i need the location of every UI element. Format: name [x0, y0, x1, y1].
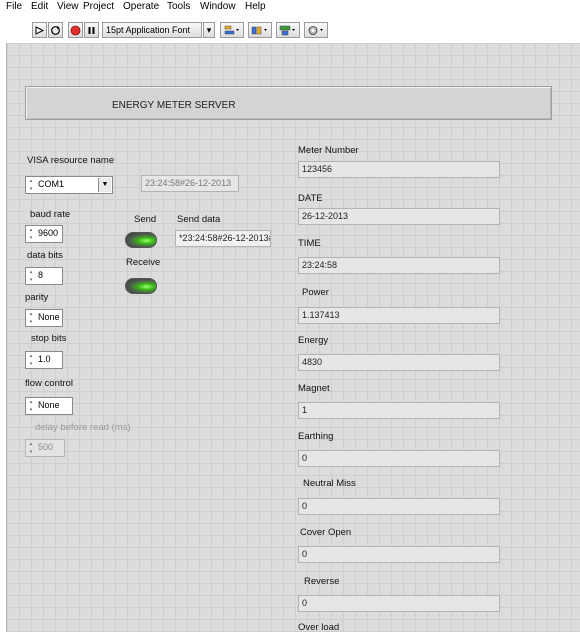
menu-bar: File Edit View Project Operate Tools Win… — [0, 0, 580, 14]
time-label: TIME — [298, 238, 321, 249]
menu-file[interactable]: File — [6, 1, 22, 12]
visa-io-icon: ▴ ▾ — [29, 178, 33, 192]
delay-stepper-icon: ▴ ▾ — [29, 441, 33, 455]
reverse-label: Reverse — [304, 576, 340, 587]
power-label: Power — [302, 287, 329, 298]
neutral-miss-label: Neutral Miss — [303, 478, 356, 489]
flow-control-control[interactable]: ▴ ▾ None — [25, 397, 73, 415]
power-indicator: 1.137413 — [298, 307, 500, 324]
parity-control[interactable]: ▴ ▾ None — [25, 309, 63, 327]
flow-control-value: None — [38, 400, 60, 410]
cover-open-indicator: 0 — [298, 546, 500, 563]
date-indicator: 26-12-2013 — [298, 208, 500, 225]
abort-icon[interactable] — [68, 22, 83, 38]
menu-help[interactable]: Help — [245, 1, 266, 12]
font-selector-label: 15pt Application Font — [106, 25, 191, 35]
data-bits-control[interactable]: ▴ ▾ 8 — [25, 267, 63, 285]
data-bits-stepper-icon[interactable]: ▴ ▾ — [27, 269, 35, 283]
menu-view[interactable]: View — [57, 1, 79, 12]
reverse-indicator: 0 — [298, 595, 500, 612]
cover-open-label: Cover Open — [300, 527, 352, 538]
run-arrow-icon[interactable] — [32, 22, 47, 38]
delay-value: 500 — [38, 442, 54, 452]
menu-project[interactable]: Project — [83, 1, 114, 12]
title-banner: ENERGY METER SERVER — [25, 86, 552, 120]
pause-icon[interactable] — [84, 22, 99, 38]
font-dropdown-arrow-icon[interactable]: ▾ — [203, 22, 215, 38]
receive-label: Receive — [126, 257, 161, 268]
parity-value: None — [38, 312, 60, 322]
stop-bits-label: stop bits — [31, 333, 67, 344]
run-continuously-icon[interactable] — [48, 22, 63, 38]
baud-rate-label: baud rate — [30, 209, 71, 220]
visa-resource-select[interactable]: ▴ ▾ COM1 ▼ — [25, 176, 113, 194]
stop-bits-value: 1.0 — [38, 354, 51, 364]
send-led-button[interactable] — [125, 232, 157, 248]
menu-operate[interactable]: Operate — [123, 1, 159, 12]
meter-number-label: Meter Number — [298, 145, 359, 156]
reorder-icon[interactable] — [304, 22, 328, 38]
read-string-indicator: 23:24:58#26-12-2013 — [141, 175, 239, 192]
earthing-indicator: 0 — [298, 450, 500, 467]
resize-objects-icon[interactable] — [276, 22, 300, 38]
energy-indicator: 4830 — [298, 354, 500, 371]
meter-number-indicator: 123456 — [298, 161, 500, 178]
earthing-label: Earthing — [298, 431, 334, 442]
menu-tools[interactable]: Tools — [167, 1, 190, 12]
baud-rate-stepper-icon[interactable]: ▴ ▾ — [27, 227, 35, 241]
baud-rate-control[interactable]: ▴ ▾ 9600 — [25, 225, 63, 243]
visa-resource-value: COM1 — [38, 179, 65, 189]
over-load-label: Over load — [298, 622, 340, 633]
receive-led-button[interactable] — [125, 278, 157, 294]
title-banner-text: ENERGY METER SERVER — [112, 100, 236, 111]
data-bits-label: data bits — [27, 250, 63, 261]
visa-dropdown-arrow-icon[interactable]: ▼ — [98, 178, 111, 192]
visa-resource-label: VISA resource name — [27, 155, 115, 166]
send-data-field[interactable]: *23:24:58#26-12-2013# — [175, 230, 271, 247]
magnet-indicator: 1 — [298, 402, 500, 419]
delay-label: delay before read (ms) — [35, 422, 131, 433]
distribute-objects-icon[interactable] — [248, 22, 272, 38]
front-panel — [6, 43, 580, 632]
align-objects-icon[interactable] — [220, 22, 244, 38]
baud-rate-value: 9600 — [38, 228, 59, 238]
stop-bits-stepper-icon[interactable]: ▴ ▾ — [27, 353, 35, 367]
time-indicator: 23:24:58 — [298, 257, 500, 274]
menu-edit[interactable]: Edit — [31, 1, 48, 12]
data-bits-value: 8 — [38, 270, 44, 280]
parity-stepper-icon[interactable]: ▴ ▾ — [27, 311, 35, 325]
parity-label: parity — [25, 292, 49, 303]
send-label: Send — [134, 214, 157, 225]
delay-control: ▴ ▾ 500 — [25, 439, 65, 457]
stop-bits-control[interactable]: ▴ ▾ 1.0 — [25, 351, 63, 369]
send-data-label: Send data — [177, 214, 221, 225]
flow-control-stepper-icon[interactable]: ▴ ▾ — [27, 399, 35, 413]
neutral-miss-indicator: 0 — [298, 498, 500, 515]
magnet-label: Magnet — [298, 383, 330, 394]
flow-control-label: flow control — [25, 378, 74, 389]
menu-window[interactable]: Window — [200, 1, 236, 12]
energy-label: Energy — [298, 335, 329, 346]
date-label: DATE — [298, 193, 323, 204]
font-selector[interactable]: 15pt Application Font — [102, 22, 202, 38]
